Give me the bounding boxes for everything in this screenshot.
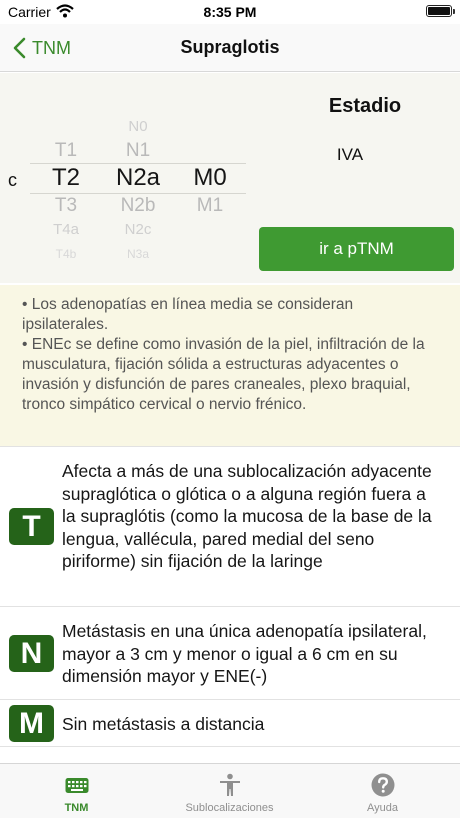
tab-tnm-label: TNM: [64, 802, 89, 814]
t-option[interactable]: T4a: [30, 218, 102, 242]
m-option[interactable]: M0: [174, 164, 246, 192]
status-bar: Carrier 8:35 PM: [0, 0, 460, 24]
tab-sublocalizaciones-label: Sublocalizaciones: [185, 802, 274, 814]
note-midline: • Los adenopatías en línea media se cons…: [22, 296, 354, 333]
t-badge: T: [9, 508, 54, 545]
definition-row-n: N Metástasis en una única adenopatía ips…: [0, 606, 460, 699]
keyboard-icon: [65, 778, 89, 793]
tab-ayuda[interactable]: Ayuda: [306, 764, 459, 818]
t-option[interactable]: T2: [30, 164, 102, 192]
t-option[interactable]: T4b: [30, 242, 102, 261]
m-option[interactable]: M1: [174, 194, 246, 218]
t-definition-text: Afecta a más de una sublocalización adya…: [62, 461, 432, 571]
n-option[interactable]: N2a: [102, 164, 174, 192]
t-option[interactable]: T1: [30, 139, 102, 163]
page-title: Supraglotis: [180, 37, 280, 57]
tab-ayuda-label: Ayuda: [367, 802, 398, 814]
n-option[interactable]: N3a: [102, 242, 174, 261]
navigation-bar: TNM Supraglotis: [0, 24, 460, 72]
stage-value: IVA: [336, 145, 364, 164]
question-icon: [371, 773, 395, 797]
person-icon: [220, 773, 240, 796]
n-option[interactable]: N1: [102, 139, 174, 163]
n-badge: N: [9, 635, 54, 672]
tnm-picker[interactable]: T1T2T3T4aT4b N0N1N2aN2bN2cN3aN3b M0M1: [30, 111, 246, 261]
clinical-prefix: c: [8, 170, 17, 190]
definition-row-m: M Sin metástasis a distancia: [0, 699, 460, 747]
tab-bar: TNM Sublocalizaciones Ayuda: [0, 763, 460, 818]
n-option[interactable]: N0: [102, 115, 174, 139]
definition-row-t: T Afecta a más de una sublocalización ad…: [0, 446, 460, 606]
go-to-ptnm-button[interactable]: ir a pTNM: [259, 227, 454, 271]
tab-tnm[interactable]: TNM: [0, 764, 153, 818]
stage-label: Estadio: [328, 95, 402, 117]
note-ene-definition: • ENEc se define como invasión de la pie…: [22, 336, 425, 413]
n-option[interactable]: N2c: [102, 218, 174, 242]
m-badge: M: [9, 705, 54, 742]
m-definition-text: Sin metástasis a distancia: [62, 714, 265, 734]
notes-box: • Los adenopatías en línea media se cons…: [0, 285, 460, 446]
clock: 8:35 PM: [203, 4, 257, 20]
battery-icon: [426, 5, 455, 17]
n-option[interactable]: N2b: [102, 194, 174, 218]
t-option[interactable]: T3: [30, 194, 102, 218]
n-definition-text: Metástasis en una única adenopatía ipsil…: [62, 621, 427, 686]
classification-panel: c T1T2T3T4aT4b N0N1N2aN2bN2cN3aN3b M0M1 …: [0, 73, 460, 283]
tab-sublocalizaciones[interactable]: Sublocalizaciones: [153, 764, 306, 818]
